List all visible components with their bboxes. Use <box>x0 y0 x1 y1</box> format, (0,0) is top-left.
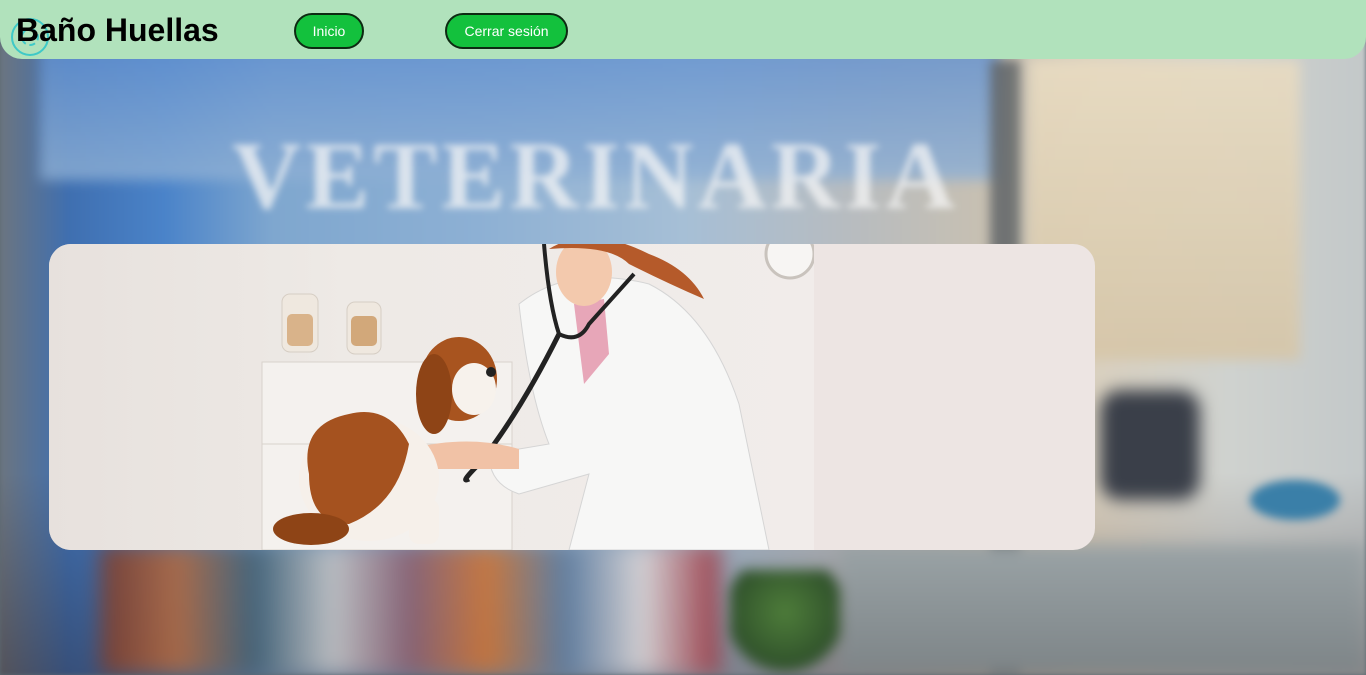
hero-banner <box>49 244 1095 550</box>
inicio-button[interactable]: Inicio <box>294 13 364 49</box>
veterinarian-dog-photo <box>49 244 814 550</box>
site-title: Baño Huellas <box>16 12 219 48</box>
logout-button[interactable]: Cerrar sesión <box>445 13 568 49</box>
top-navbar: Baño Huellas Inicio Cerrar sesión <box>0 0 1366 59</box>
background-sign-text: VETERINARIA <box>232 122 959 229</box>
